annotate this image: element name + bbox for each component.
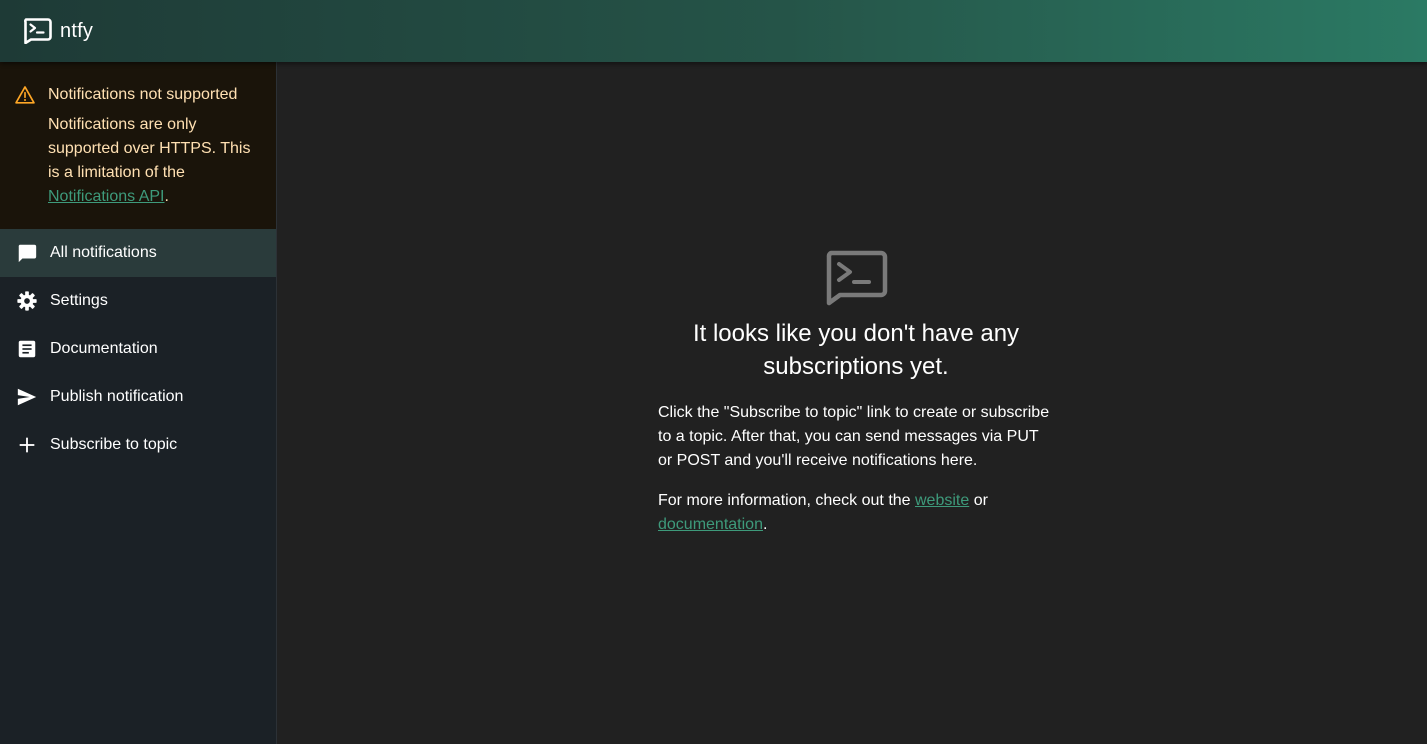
sidebar-item-label: Publish notification <box>50 388 184 405</box>
ntfy-logo-icon[interactable] <box>22 18 52 44</box>
notifications-not-supported-alert: Notifications not supported Notification… <box>0 62 276 229</box>
empty-state: It looks like you don't have any subscri… <box>658 250 1054 537</box>
sidebar-item-label: All notifications <box>50 244 157 261</box>
main-content: It looks like you don't have any subscri… <box>278 62 1427 744</box>
more-info-or: or <box>969 492 988 509</box>
article-icon <box>18 340 36 358</box>
chat-bubble-icon <box>18 244 37 263</box>
alert-message: Notifications are only supported over HT… <box>48 113 260 209</box>
sidebar-item-documentation[interactable]: Documentation <box>0 325 276 373</box>
sidebar-item-label: Documentation <box>50 340 158 357</box>
sidebar: Notifications not supported Notification… <box>0 62 277 744</box>
more-info-text: For more information, check out the <box>658 492 915 509</box>
warning-icon <box>15 86 35 104</box>
alert-message-end: . <box>164 188 169 205</box>
send-icon <box>17 388 37 406</box>
website-link[interactable]: website <box>915 492 969 509</box>
documentation-link[interactable]: documentation <box>658 516 763 533</box>
app-bar: ntfy <box>0 0 1427 62</box>
app-title[interactable]: ntfy <box>60 20 93 43</box>
plus-icon <box>19 437 35 453</box>
sidebar-item-label: Subscribe to topic <box>50 436 178 453</box>
empty-state-instructions: Click the "Subscribe to topic" link to c… <box>658 404 1050 469</box>
alert-message-text: Notifications are only supported over HT… <box>48 116 251 181</box>
alert-title: Notifications not supported <box>48 86 238 103</box>
sidebar-item-publish-notification[interactable]: Publish notification <box>0 373 276 421</box>
empty-state-heading: It looks like you don't have any subscri… <box>692 320 1020 380</box>
ntfy-logo-icon <box>826 250 888 306</box>
sidebar-item-subscribe-to-topic[interactable]: Subscribe to topic <box>0 421 276 469</box>
more-info-end: . <box>762 516 768 533</box>
sidebar-item-all-notifications[interactable]: All notifications <box>0 229 276 277</box>
notifications-api-link[interactable]: Notifications API <box>48 188 165 205</box>
empty-state-more-info: For more information, check out the webs… <box>658 489 1054 537</box>
sidebar-item-settings[interactable]: Settings <box>0 277 276 325</box>
gear-icon <box>17 291 37 311</box>
sidebar-item-label: Settings <box>50 292 108 309</box>
